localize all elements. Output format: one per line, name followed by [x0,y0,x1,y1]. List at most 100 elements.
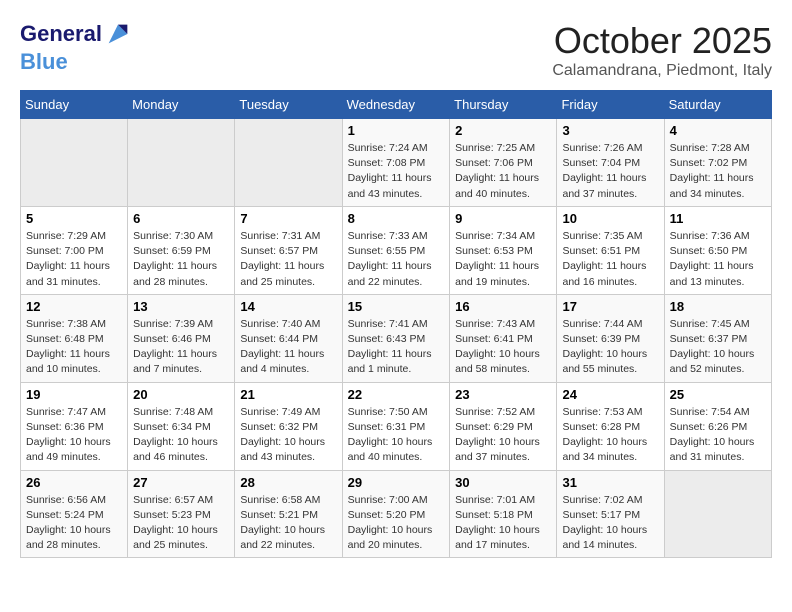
calendar-cell: 4 Sunrise: 7:28 AM Sunset: 7:02 PM Daylig… [664,119,771,207]
calendar-cell [235,119,342,207]
calendar-cell: 19Sunrise: 7:47 AM Sunset: 6:36 PM Dayli… [21,382,128,470]
calendar-cell: 14 Sunrise: 7:40 AM Sunset: 6:44 PM Dayli… [235,294,342,382]
day-info: Sunrise: 6:58 AM Sunset: 5:21 PM Dayligh… [240,493,336,554]
calendar-cell: 22 Sunrise: 7:50 AM Sunset: 6:31 PM Dayli… [342,382,450,470]
day-info: Sunrise: 7:43 AM Sunset: 6:41 PM Dayligh… [455,317,551,378]
calendar-cell [128,119,235,207]
calendar-cell: 6 Sunrise: 7:30 AM Sunset: 6:59 PM Daylig… [128,206,235,294]
day-number: 9 [455,211,551,226]
day-number: 12 [26,299,122,314]
weekday-header-row: SundayMondayTuesdayWednesdayThursdayFrid… [21,91,772,119]
calendar-cell: 15 Sunrise: 7:41 AM Sunset: 6:43 PM Dayli… [342,294,450,382]
week-row-4: 19Sunrise: 7:47 AM Sunset: 6:36 PM Dayli… [21,382,772,470]
weekday-saturday: Saturday [664,91,771,119]
day-info: Sunrise: 7:49 AM Sunset: 6:32 PM Dayligh… [240,405,336,466]
calendar-cell: 5Sunrise: 7:29 AM Sunset: 7:00 PM Daylig… [21,206,128,294]
calendar-cell: 27 Sunrise: 6:57 AM Sunset: 5:23 PM Dayli… [128,470,235,558]
day-number: 1 [348,123,445,138]
day-info: Sunrise: 7:53 AM Sunset: 6:28 PM Dayligh… [562,405,658,466]
day-number: 27 [133,475,229,490]
day-number: 20 [133,387,229,402]
day-number: 6 [133,211,229,226]
day-info: Sunrise: 6:56 AM Sunset: 5:24 PM Dayligh… [26,493,122,554]
logo: General Blue [20,20,132,74]
day-info: Sunrise: 7:52 AM Sunset: 6:29 PM Dayligh… [455,405,551,466]
day-info: Sunrise: 7:34 AM Sunset: 6:53 PM Dayligh… [455,229,551,290]
calendar-cell: 25 Sunrise: 7:54 AM Sunset: 6:26 PM Dayli… [664,382,771,470]
weekday-thursday: Thursday [450,91,557,119]
day-info: Sunrise: 7:39 AM Sunset: 6:46 PM Dayligh… [133,317,229,378]
calendar-cell: 3 Sunrise: 7:26 AM Sunset: 7:04 PM Daylig… [557,119,664,207]
calendar-cell: 20Sunrise: 7:48 AM Sunset: 6:34 PM Dayli… [128,382,235,470]
calendar-cell: 8 Sunrise: 7:33 AM Sunset: 6:55 PM Daylig… [342,206,450,294]
day-info: Sunrise: 7:47 AM Sunset: 6:36 PM Dayligh… [26,405,122,466]
day-number: 4 [670,123,766,138]
day-number: 23 [455,387,551,402]
week-row-2: 5Sunrise: 7:29 AM Sunset: 7:00 PM Daylig… [21,206,772,294]
day-info: Sunrise: 7:00 AM Sunset: 5:20 PM Dayligh… [348,493,445,554]
day-number: 7 [240,211,336,226]
calendar-cell: 24 Sunrise: 7:53 AM Sunset: 6:28 PM Dayli… [557,382,664,470]
week-row-1: 1 Sunrise: 7:24 AM Sunset: 7:08 PM Daylig… [21,119,772,207]
day-info: Sunrise: 7:30 AM Sunset: 6:59 PM Dayligh… [133,229,229,290]
calendar-cell: 2 Sunrise: 7:25 AM Sunset: 7:06 PM Daylig… [450,119,557,207]
day-number: 31 [562,475,658,490]
weekday-wednesday: Wednesday [342,91,450,119]
day-number: 5 [26,211,122,226]
day-number: 10 [562,211,658,226]
day-number: 24 [562,387,658,402]
calendar-cell: 31Sunrise: 7:02 AM Sunset: 5:17 PM Dayli… [557,470,664,558]
weekday-monday: Monday [128,91,235,119]
page-header: General Blue October 2025 Calamandrana, … [20,20,772,80]
calendar-cell [21,119,128,207]
day-number: 2 [455,123,551,138]
month-title: October 2025 [552,20,772,62]
day-info: Sunrise: 7:24 AM Sunset: 7:08 PM Dayligh… [348,141,445,202]
day-info: Sunrise: 7:26 AM Sunset: 7:04 PM Dayligh… [562,141,658,202]
calendar-cell: 10Sunrise: 7:35 AM Sunset: 6:51 PM Dayli… [557,206,664,294]
calendar-cell: 29Sunrise: 7:00 AM Sunset: 5:20 PM Dayli… [342,470,450,558]
week-row-3: 12Sunrise: 7:38 AM Sunset: 6:48 PM Dayli… [21,294,772,382]
day-info: Sunrise: 7:25 AM Sunset: 7:06 PM Dayligh… [455,141,551,202]
day-number: 14 [240,299,336,314]
calendar-cell: 13 Sunrise: 7:39 AM Sunset: 6:46 PM Dayli… [128,294,235,382]
location: Calamandrana, Piedmont, Italy [552,62,772,80]
title-block: October 2025 Calamandrana, Piedmont, Ita… [552,20,772,80]
day-number: 17 [562,299,658,314]
day-number: 8 [348,211,445,226]
day-info: Sunrise: 7:33 AM Sunset: 6:55 PM Dayligh… [348,229,445,290]
day-info: Sunrise: 7:44 AM Sunset: 6:39 PM Dayligh… [562,317,658,378]
day-number: 26 [26,475,122,490]
calendar-cell: 12Sunrise: 7:38 AM Sunset: 6:48 PM Dayli… [21,294,128,382]
day-info: Sunrise: 7:50 AM Sunset: 6:31 PM Dayligh… [348,405,445,466]
day-number: 28 [240,475,336,490]
day-number: 25 [670,387,766,402]
calendar-cell: 16 Sunrise: 7:43 AM Sunset: 6:41 PM Dayli… [450,294,557,382]
day-number: 13 [133,299,229,314]
day-number: 21 [240,387,336,402]
calendar-cell: 23 Sunrise: 7:52 AM Sunset: 6:29 PM Dayli… [450,382,557,470]
day-number: 18 [670,299,766,314]
logo-text: General [20,20,132,50]
day-info: Sunrise: 7:54 AM Sunset: 6:26 PM Dayligh… [670,405,766,466]
day-info: Sunrise: 7:40 AM Sunset: 6:44 PM Dayligh… [240,317,336,378]
calendar-cell: 7 Sunrise: 7:31 AM Sunset: 6:57 PM Daylig… [235,206,342,294]
calendar-cell [664,470,771,558]
calendar-cell: 17 Sunrise: 7:44 AM Sunset: 6:39 PM Dayli… [557,294,664,382]
day-number: 15 [348,299,445,314]
weekday-sunday: Sunday [21,91,128,119]
day-info: Sunrise: 7:31 AM Sunset: 6:57 PM Dayligh… [240,229,336,290]
logo-blue: Blue [20,50,132,74]
day-info: Sunrise: 7:01 AM Sunset: 5:18 PM Dayligh… [455,493,551,554]
calendar-cell: 1 Sunrise: 7:24 AM Sunset: 7:08 PM Daylig… [342,119,450,207]
day-number: 22 [348,387,445,402]
day-number: 16 [455,299,551,314]
day-number: 3 [562,123,658,138]
calendar-table: SundayMondayTuesdayWednesdayThursdayFrid… [20,90,772,558]
day-info: Sunrise: 7:41 AM Sunset: 6:43 PM Dayligh… [348,317,445,378]
day-info: Sunrise: 6:57 AM Sunset: 5:23 PM Dayligh… [133,493,229,554]
calendar-cell: 28 Sunrise: 6:58 AM Sunset: 5:21 PM Dayli… [235,470,342,558]
day-info: Sunrise: 7:28 AM Sunset: 7:02 PM Dayligh… [670,141,766,202]
day-info: Sunrise: 7:45 AM Sunset: 6:37 PM Dayligh… [670,317,766,378]
calendar-cell: 11Sunrise: 7:36 AM Sunset: 6:50 PM Dayli… [664,206,771,294]
